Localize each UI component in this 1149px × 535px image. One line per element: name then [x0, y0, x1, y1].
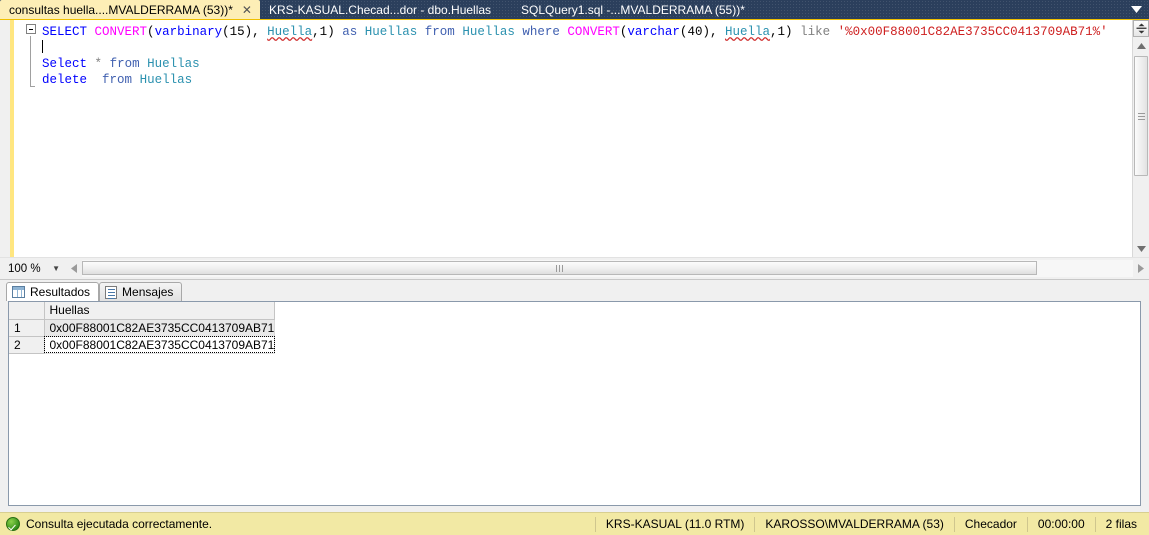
- paren: (: [147, 25, 155, 39]
- code-line-2: [14, 40, 1132, 56]
- editor-zoom-and-hscroll: 100 % ▼: [0, 257, 1149, 279]
- comma: ,: [252, 25, 268, 39]
- message-icon: [105, 285, 118, 299]
- tab-mensajes[interactable]: Mensajes: [99, 282, 183, 301]
- chevron-down-icon[interactable]: ▼: [52, 264, 60, 273]
- sql-keyword-as: as: [342, 25, 358, 39]
- comma: ,: [312, 25, 320, 39]
- tab-resultados[interactable]: Resultados: [6, 282, 100, 301]
- status-message-group: Consulta ejecutada correctamente.: [0, 517, 212, 531]
- sql-number-15: 15: [229, 25, 245, 39]
- sql-column-huella-2: Huella: [724, 25, 770, 39]
- status-server: KRS-KASUAL (11.0 RTM): [594, 516, 754, 532]
- results-pane: Resultados Mensajes Huellas 1 0x00F88001…: [0, 279, 1149, 512]
- sql-function-convert-2: CONVERT: [567, 25, 620, 39]
- sql-keyword-from-2: from: [109, 57, 140, 71]
- table-row[interactable]: 2 0x00F88001C82AE3735CC0413709AB71: [9, 336, 276, 354]
- results-tab-strip: Resultados Mensajes: [0, 280, 1149, 301]
- status-database: Checador: [953, 516, 1027, 532]
- status-message: Consulta ejecutada correctamente.: [26, 517, 213, 531]
- sql-number-40: 40: [687, 25, 703, 39]
- editor-tab-bar: consultas huella....MVALDERRAMA (53))* ✕…: [0, 0, 1149, 20]
- table-header-row: Huellas: [9, 302, 276, 320]
- vertical-scroll-thumb[interactable]: [1134, 56, 1148, 176]
- tab-consultas-huella[interactable]: consultas huella....MVALDERRAMA (53))* ✕: [0, 0, 260, 19]
- sql-keyword-like: like: [800, 25, 831, 39]
- split-pane-button[interactable]: [1133, 20, 1149, 37]
- row-number[interactable]: 1: [9, 319, 45, 337]
- comma: ,: [709, 25, 725, 39]
- code-line-3: Select * from Huellas: [14, 56, 1132, 72]
- horizontal-scroll-thumb[interactable]: [82, 261, 1037, 275]
- scroll-right-icon[interactable]: [1133, 261, 1149, 277]
- zoom-level-value: 100 %: [8, 262, 41, 275]
- sql-function-convert: CONVERT: [94, 25, 148, 39]
- sql-keyword-from: from: [424, 25, 455, 39]
- results-grid-container[interactable]: Huellas 1 0x00F88001C82AE3735CC0413709AB…: [8, 301, 1141, 506]
- sql-column-huella: Huella: [267, 25, 313, 39]
- sql-table-huellas-2: Huellas: [147, 57, 200, 71]
- horizontal-scroll-track[interactable]: [82, 260, 1133, 277]
- tab-label: SQLQuery1.sql -...MVALDERRAMA (55))*: [521, 2, 745, 17]
- status-row-count: 2 filas: [1094, 516, 1149, 532]
- paren: ): [327, 25, 335, 39]
- sql-number-1b: 1: [777, 25, 786, 39]
- vertical-scroll-track[interactable]: [1133, 54, 1149, 240]
- code-line-1: SELECT CONVERT(varbinary(15), Huella,1) …: [14, 24, 1132, 40]
- tab-label: consultas huella....MVALDERRAMA (53))*: [9, 2, 233, 17]
- row-number[interactable]: 2: [9, 336, 45, 354]
- comma: ,: [770, 25, 778, 39]
- results-tab-label: Resultados: [30, 285, 91, 299]
- text-cursor: [42, 40, 43, 53]
- success-check-icon: [6, 517, 20, 531]
- column-header-huellas[interactable]: Huellas: [44, 302, 276, 320]
- sql-alias-huellas: Huellas: [364, 25, 418, 39]
- status-user: KAROSSO\MVALDERRAMA (53): [754, 516, 954, 532]
- sql-editor[interactable]: SELECT CONVERT(varbinary(15), Huella,1) …: [0, 20, 1149, 257]
- sql-table-huellas-3: Huellas: [139, 73, 193, 87]
- sql-keyword-select: SELECT: [42, 25, 88, 39]
- messages-tab-label: Mensajes: [122, 285, 174, 299]
- tab-krs-kasual-huellas[interactable]: KRS-KASUAL.Checad...dor - dbo.Huellas: [260, 0, 499, 19]
- status-bar: Consulta ejecutada correctamente. KRS-KA…: [0, 512, 1149, 535]
- chevron-down-icon[interactable]: [1123, 0, 1149, 19]
- sql-table-huellas: Huellas: [462, 25, 515, 39]
- tab-sqlquery1[interactable]: SQLQuery1.sql -...MVALDERRAMA (55))*: [499, 0, 753, 19]
- results-grid[interactable]: Huellas 1 0x00F88001C82AE3735CC0413709AB…: [9, 302, 276, 354]
- row-number-header[interactable]: [9, 302, 45, 320]
- paren: (: [222, 25, 230, 39]
- status-elapsed-time: 00:00:00: [1026, 516, 1095, 532]
- table-row[interactable]: 1 0x00F88001C82AE3735CC0413709AB71: [9, 319, 276, 337]
- sql-star: *: [94, 57, 103, 71]
- grid-icon: [12, 286, 25, 298]
- scroll-grip: [555, 264, 564, 272]
- paren: ): [785, 25, 793, 39]
- close-icon[interactable]: ✕: [242, 4, 252, 16]
- status-info-group: KRS-KASUAL (11.0 RTM) KAROSSO\MVALDERRAM…: [594, 513, 1149, 535]
- scroll-down-icon[interactable]: [1133, 240, 1149, 257]
- sql-type-varchar: varchar: [627, 25, 680, 39]
- zoom-level-dropdown[interactable]: 100 % ▼: [4, 259, 66, 278]
- scroll-left-icon[interactable]: [66, 261, 82, 277]
- scroll-up-icon[interactable]: [1133, 37, 1149, 54]
- sql-keyword-from-3: from: [102, 73, 133, 87]
- code-text-area[interactable]: SELECT CONVERT(varbinary(15), Huella,1) …: [14, 20, 1132, 257]
- cell-huellas[interactable]: 0x00F88001C82AE3735CC0413709AB71: [44, 319, 276, 337]
- sql-keyword-delete: delete: [42, 73, 88, 87]
- sql-string-literal: '%0x00F88001C82AE3735CC0413709AB71%': [837, 25, 1108, 39]
- editor-selection-margin: [0, 20, 10, 257]
- scroll-grip: [1137, 111, 1145, 122]
- editor-vertical-scrollbar[interactable]: [1132, 20, 1149, 257]
- sql-keyword-where: where: [522, 25, 560, 39]
- paren: ): [702, 25, 710, 39]
- tab-label: KRS-KASUAL.Checad...dor - dbo.Huellas: [268, 2, 492, 17]
- sql-keyword-select-2: Select: [42, 57, 88, 71]
- cell-huellas[interactable]: 0x00F88001C82AE3735CC0413709AB71: [44, 336, 276, 354]
- code-line-4: delete from Huellas: [14, 72, 1132, 88]
- paren: ): [244, 25, 253, 39]
- sql-type-varbinary: varbinary: [154, 25, 223, 39]
- ssms-window: consultas huella....MVALDERRAMA (53))* ✕…: [0, 0, 1149, 535]
